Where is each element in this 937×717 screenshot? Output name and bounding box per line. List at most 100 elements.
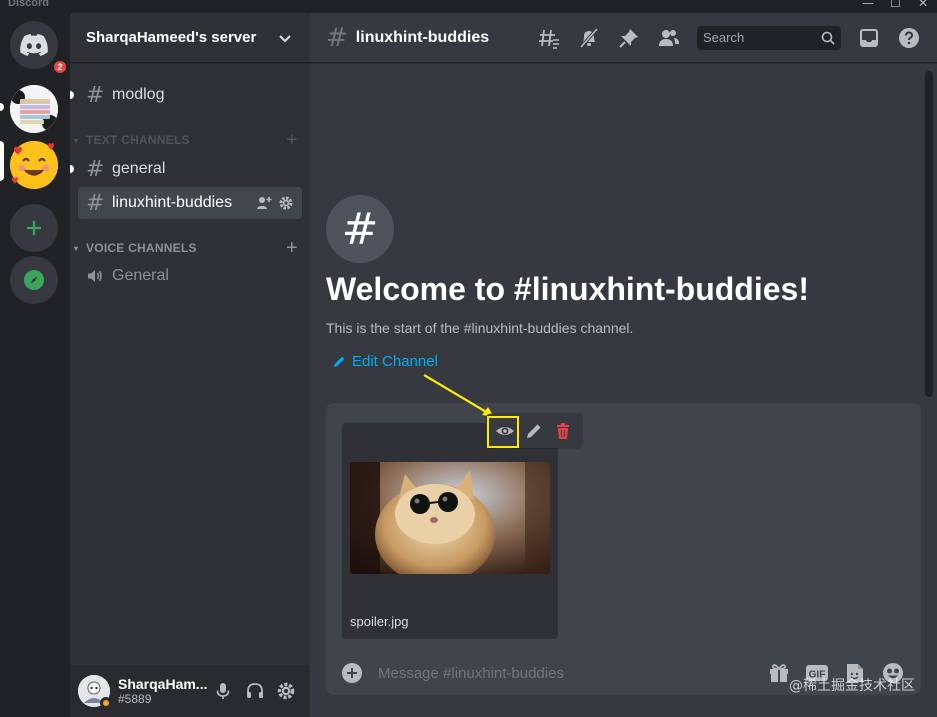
message-input[interactable]: Message #linuxhint-buddies <box>378 665 753 682</box>
welcome-subtitle: This is the start of the #linuxhint-budd… <box>326 320 634 336</box>
hashtag-icon: # <box>326 22 348 53</box>
home-button[interactable]: 2 <box>10 21 69 76</box>
member-list-button[interactable] <box>657 26 681 50</box>
edit-channel-link[interactable]: Edit Channel <box>332 353 438 370</box>
channel-item-linuxhint-buddies[interactable]: # linuxhint-buddies <box>78 187 302 219</box>
mute-button[interactable] <box>207 675 239 707</box>
chevron-icon: ▾ <box>74 135 79 145</box>
notification-settings-button[interactable] <box>577 26 601 50</box>
user-info[interactable]: SharqaHam... #5889 <box>118 676 207 706</box>
plus-icon <box>27 221 41 235</box>
channel-label: linuxhint-buddies <box>112 194 233 211</box>
search-icon <box>821 31 835 45</box>
gift-icon <box>770 664 788 682</box>
gear-icon[interactable] <box>278 195 294 211</box>
invite-member-icon[interactable] <box>256 195 272 211</box>
message-composer: spoiler.jpg Message #linuxhint-buddies G… <box>326 374 921 695</box>
compass-icon <box>24 270 44 290</box>
channel-label: General <box>112 267 169 284</box>
edit-attachment-button[interactable] <box>519 415 548 447</box>
discord-logo-icon <box>20 34 48 56</box>
pencil-icon <box>334 356 345 367</box>
channel-header: # linuxhint-buddies Search <box>310 13 937 63</box>
notification-badge: 2 <box>51 58 69 76</box>
headphones-icon <box>246 683 263 698</box>
deafen-button[interactable] <box>239 675 271 707</box>
inbox-button[interactable] <box>857 26 881 50</box>
chevron-icon: ▾ <box>74 243 79 253</box>
server-header[interactable]: SharqaHameed's server <box>70 13 310 63</box>
server-unread-indicator <box>0 103 4 111</box>
avatar[interactable] <box>78 675 112 709</box>
attachment-image <box>350 462 550 574</box>
server-name: SharqaHameed's server <box>86 29 257 46</box>
help-button[interactable] <box>897 26 921 50</box>
server-icon-books[interactable] <box>10 85 58 133</box>
user-settings-button[interactable] <box>270 675 302 707</box>
user-tag: #5889 <box>118 692 152 706</box>
cat-with-sunglasses-image <box>350 462 550 574</box>
server-rail: 2 <box>0 13 70 717</box>
user-panel: SharqaHam... #5889 <box>70 665 310 717</box>
server-selected-indicator <box>0 141 4 181</box>
scrollbar[interactable] <box>925 71 933 397</box>
hashtag-icon: # <box>86 156 105 182</box>
trash-icon <box>557 423 570 439</box>
create-channel-icon[interactable]: + <box>282 129 302 152</box>
minimize-button[interactable]: — <box>862 0 874 10</box>
books-panda-icon <box>10 85 58 133</box>
channel-hashtag-icon: # <box>326 195 394 263</box>
category-text-channels[interactable]: ▾ TEXT CHANNELS + <box>70 129 310 151</box>
hashtag-icon: # <box>86 82 105 108</box>
chevron-down-icon <box>279 34 291 42</box>
category-label: TEXT CHANNELS <box>86 133 190 147</box>
window-titlebar: Discord — ☐ ✕ <box>0 0 937 13</box>
bell-muted-icon <box>579 27 599 48</box>
maximize-button[interactable]: ☐ <box>890 0 901 10</box>
channel-unread-indicator <box>70 165 74 173</box>
app-title: Discord <box>8 0 49 9</box>
category-label: VOICE CHANNELS <box>86 241 197 255</box>
welcome-title: Welcome to #linuxhint-buddies! <box>326 271 809 307</box>
smiling-face-with-hearts-icon <box>10 141 58 189</box>
pinned-messages-button[interactable] <box>617 26 641 50</box>
search-placeholder: Search <box>703 30 745 45</box>
scrollbar-thumb[interactable] <box>925 71 933 397</box>
explore-servers-button[interactable] <box>10 256 58 304</box>
channel-label: general <box>112 160 166 177</box>
watermark: @稀土掘金技术社区 <box>789 678 915 694</box>
chat-area: # linuxhint-buddies Search # Welcome to … <box>310 13 937 717</box>
annotation-highlight-box <box>487 416 519 448</box>
help-icon <box>899 27 919 48</box>
create-channel-icon[interactable]: + <box>282 237 302 260</box>
attachment-filename: spoiler.jpg <box>350 614 409 629</box>
channel-item-modlog[interactable]: # modlog <box>78 79 302 111</box>
inbox-icon <box>860 28 878 47</box>
plus-icon <box>347 668 357 678</box>
category-voice-channels[interactable]: ▾ VOICE CHANNELS + <box>70 237 310 259</box>
voice-channel-general[interactable]: General <box>78 260 302 292</box>
threads-button[interactable] <box>537 26 561 50</box>
members-icon <box>659 29 679 46</box>
channel-item-general[interactable]: # general <box>78 153 302 185</box>
channel-unread-indicator <box>70 91 74 99</box>
server-icon-emoji[interactable] <box>10 141 58 189</box>
channel-sidebar: SharqaHameed's server # modlog ▾ TEXT CH… <box>70 13 310 717</box>
add-server-button[interactable] <box>10 204 58 252</box>
gear-icon <box>277 682 295 700</box>
speaker-icon <box>88 270 102 282</box>
gift-button[interactable] <box>767 661 791 685</box>
remove-attachment-button[interactable] <box>549 415 578 447</box>
pin-icon <box>619 28 638 48</box>
pencil-icon <box>526 424 541 438</box>
channel-title: linuxhint-buddies <box>355 28 490 46</box>
search-input[interactable]: Search <box>697 25 841 50</box>
edit-channel-label: Edit Channel <box>352 353 438 370</box>
upload-button[interactable] <box>342 663 362 683</box>
channel-label: modlog <box>112 86 165 103</box>
threads-icon <box>539 29 559 49</box>
hashtag-icon: # <box>86 190 105 216</box>
close-window-button[interactable]: ✕ <box>918 0 928 10</box>
attachment-card[interactable]: spoiler.jpg <box>342 423 558 639</box>
username: SharqaHam... <box>118 676 208 692</box>
